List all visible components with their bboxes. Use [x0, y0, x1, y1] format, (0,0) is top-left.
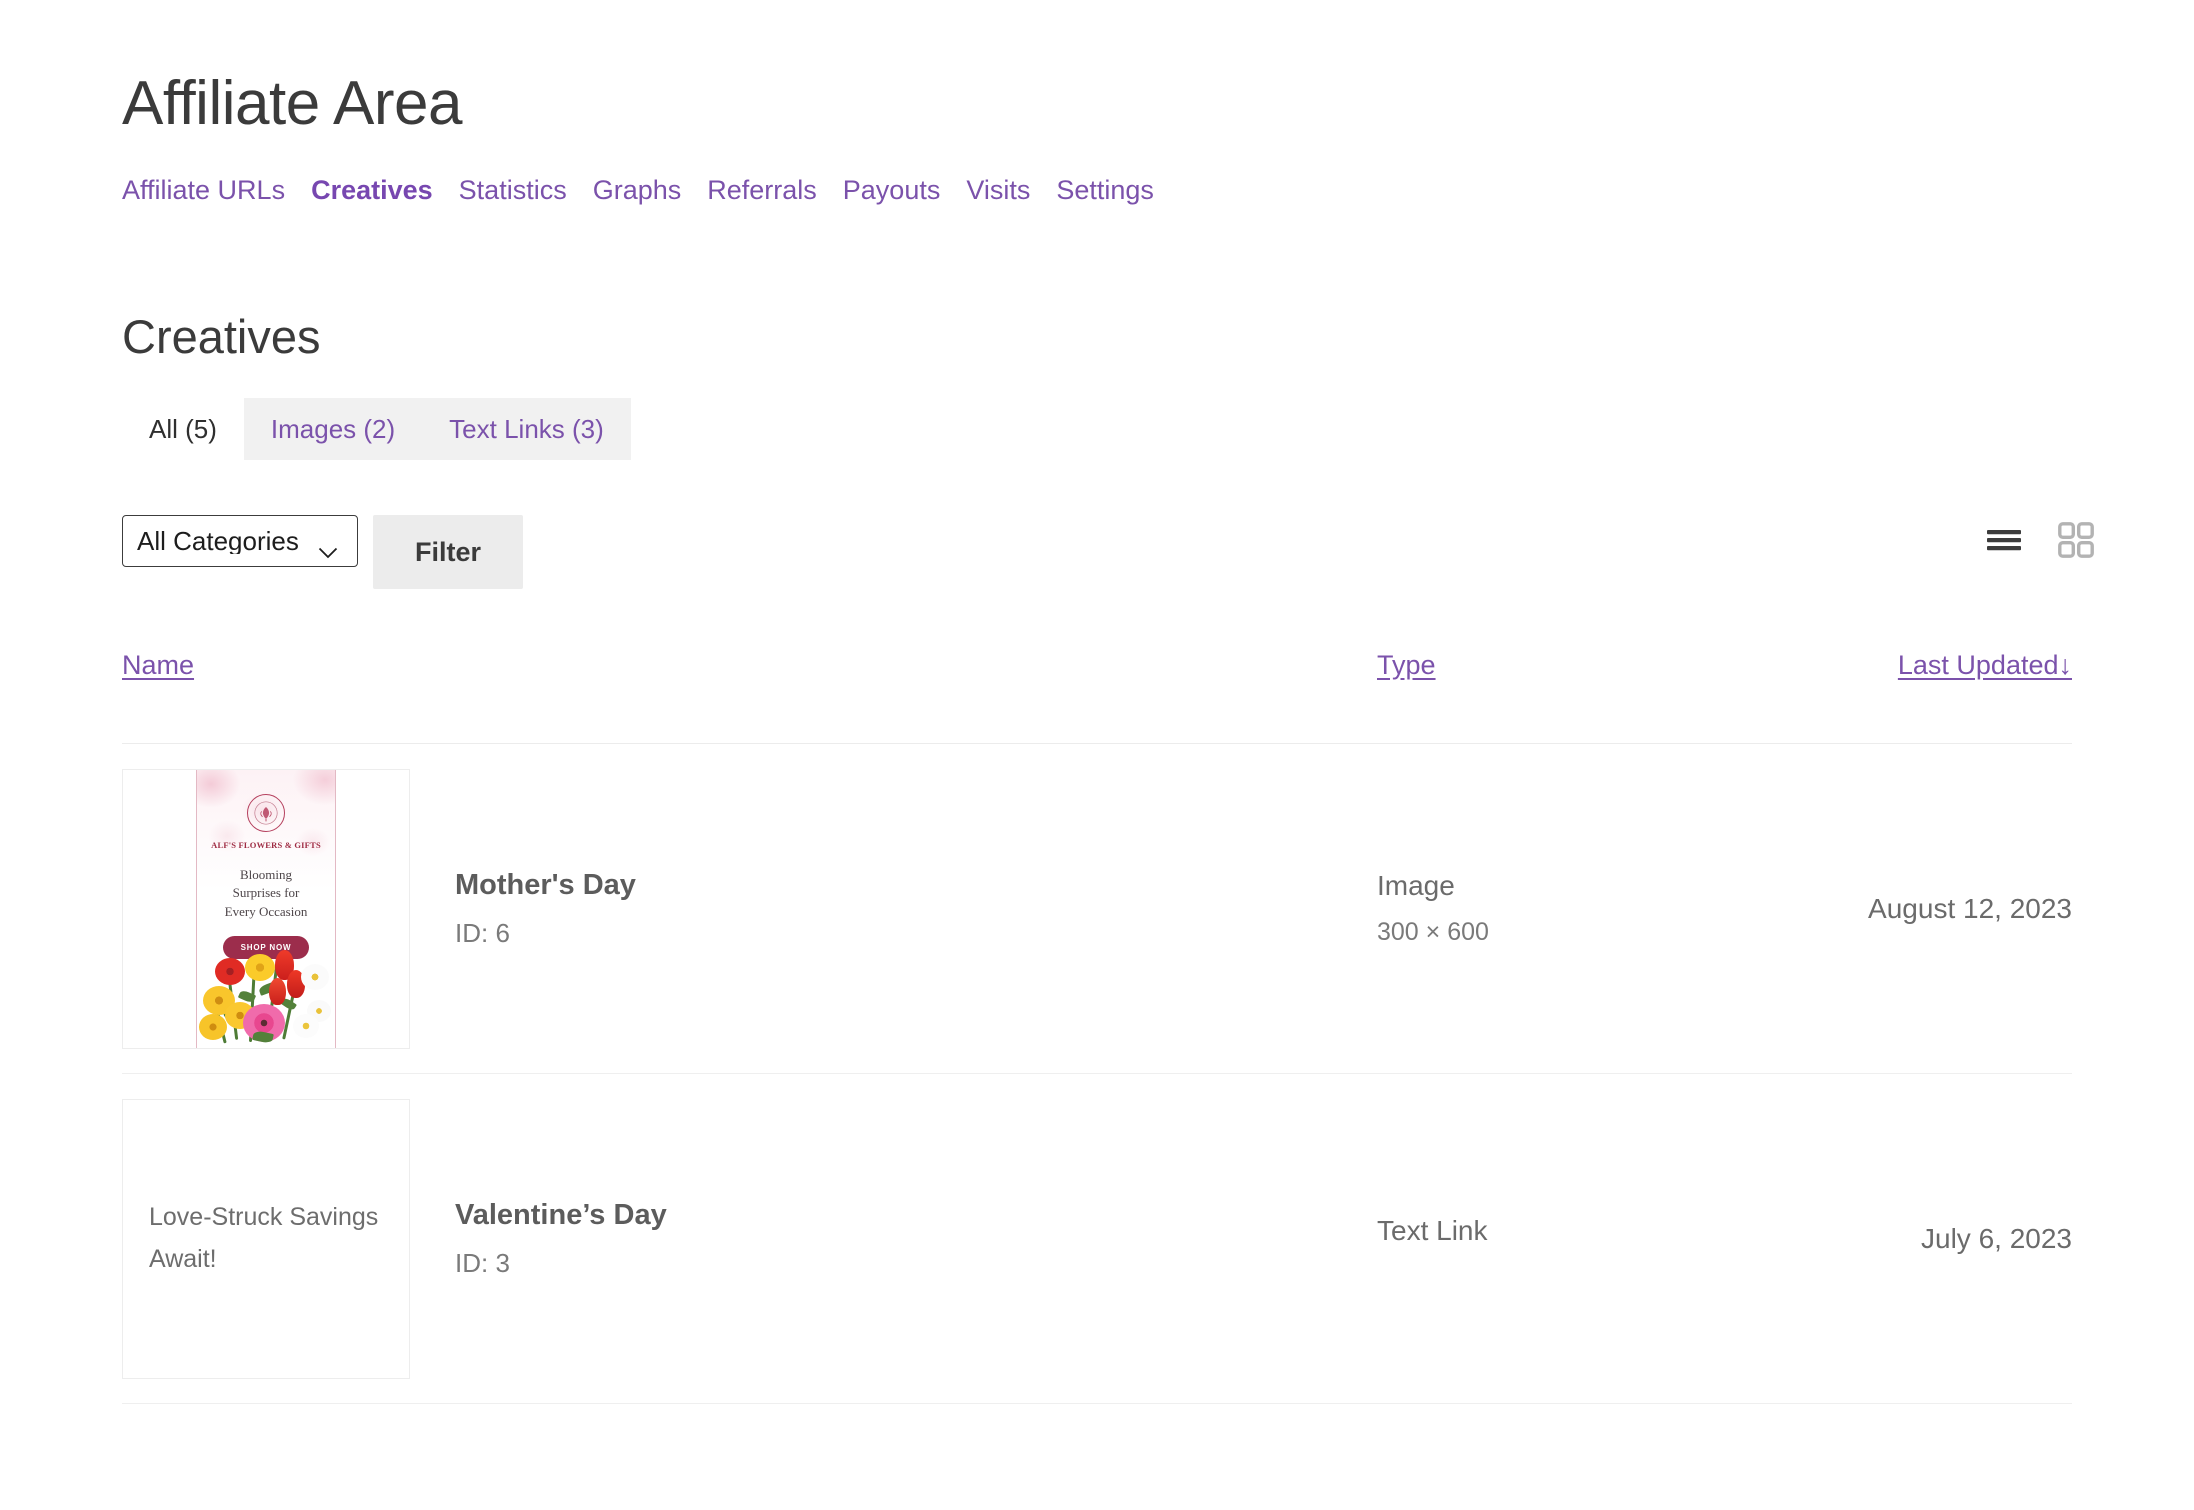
creative-name: Mother's Day [455, 868, 636, 901]
banner-headline-line-2: Surprises for [232, 885, 300, 901]
filter-bar: All Categories Filter [122, 515, 524, 589]
tab-text-links[interactable]: Text Links (3) [422, 398, 631, 460]
table-header-row: Name Type Last Updated↓ [122, 650, 2072, 744]
florist-crest-icon [247, 793, 285, 832]
nav-item-graphs[interactable]: Graphs [593, 175, 682, 206]
creative-name-block: Mother's Day ID: 6 [410, 869, 636, 949]
row-type-cell: Text Link [1377, 1215, 1855, 1263]
creative-text-preview: Love-Struck Savings Await! [149, 1203, 379, 1273]
creatives-type-tabs: All (5) Images (2) Text Links (3) [122, 398, 631, 460]
page-title: Affiliate Area [122, 68, 462, 138]
table-row[interactable]: ALF'S FLOWERS & GIFTS Blooming Surprises… [122, 744, 2072, 1074]
creative-thumbnail[interactable]: ALF'S FLOWERS & GIFTS Blooming Surprises… [122, 768, 410, 1049]
creative-name: Valentine’s Day [455, 1198, 667, 1231]
creative-id: ID: 3 [455, 1247, 510, 1278]
column-header-last-updated-label: Last Updated [1897, 650, 2059, 680]
affiliate-nav: Affiliate URLs Creatives Statistics Grap… [122, 175, 1154, 206]
banner-brand-name: ALF'S FLOWERS & GIFTS [211, 839, 321, 850]
mothers-day-banner-artwork: ALF'S FLOWERS & GIFTS Blooming Surprises… [196, 769, 336, 1048]
row-name-cell: Love-Struck Savings Await! Valentine’s D… [122, 1098, 1377, 1379]
column-header-date-cell: Last Updated↓ [1855, 650, 2072, 681]
banner-headline-line-1: Blooming [239, 866, 292, 882]
section-title: Creatives [122, 310, 321, 363]
view-mode-toggles [1986, 522, 2094, 558]
grid-view-icon[interactable] [2058, 522, 2094, 558]
sort-descending-arrow-icon: ↓ [2058, 650, 2073, 680]
list-view-icon[interactable] [1986, 527, 2022, 553]
tab-all[interactable]: All (5) [122, 398, 244, 460]
nav-item-payouts[interactable]: Payouts [843, 175, 941, 206]
banner-headline-line-3: Every Occasion [224, 904, 308, 920]
creative-thumbnail[interactable]: Love-Struck Savings Await! [122, 1098, 410, 1379]
nav-item-visits[interactable]: Visits [966, 175, 1030, 206]
row-date-cell: August 12, 2023 [1855, 893, 2072, 925]
row-date-cell: July 6, 2023 [1855, 1223, 2072, 1255]
category-select-wrapper: All Categories [122, 515, 358, 589]
creative-dimensions: 300 × 600 [1377, 918, 1489, 946]
nav-item-settings[interactable]: Settings [1056, 175, 1154, 206]
nav-item-creatives[interactable]: Creatives [311, 175, 433, 206]
column-header-type[interactable]: Type [1377, 650, 1436, 680]
creative-name-block: Valentine’s Day ID: 3 [410, 1199, 667, 1279]
affiliate-area-page: Affiliate Area Affiliate URLs Creatives … [0, 0, 2194, 1510]
banner-flower-bouquet-image [197, 944, 335, 1048]
column-header-name[interactable]: Name [122, 650, 194, 680]
column-header-last-updated[interactable]: Last Updated↓ [1898, 650, 2072, 680]
tab-images[interactable]: Images (2) [244, 398, 422, 460]
creative-type: Text Link [1377, 1214, 1488, 1246]
row-name-cell: ALF'S FLOWERS & GIFTS Blooming Surprises… [122, 768, 1377, 1049]
creative-id: ID: 6 [455, 917, 510, 948]
column-header-type-cell: Type [1377, 650, 1855, 681]
banner-headline: Blooming Surprises for Every Occasion [225, 866, 308, 923]
nav-item-affiliate-urls[interactable]: Affiliate URLs [122, 175, 285, 206]
nav-item-statistics[interactable]: Statistics [459, 175, 567, 206]
creatives-table: Name Type Last Updated↓ ALF'S FLOWERS & … [122, 650, 2072, 1404]
nav-item-referrals[interactable]: Referrals [707, 175, 817, 206]
table-row[interactable]: Love-Struck Savings Await! Valentine’s D… [122, 1074, 2072, 1404]
row-type-cell: Image 300 × 600 [1377, 870, 1855, 947]
creative-type: Image [1377, 870, 1455, 901]
creative-last-updated: July 6, 2023 [1921, 1222, 2072, 1254]
filter-button[interactable]: Filter [373, 515, 524, 589]
creative-last-updated: August 12, 2023 [1868, 892, 2072, 924]
column-header-name-cell: Name [122, 650, 1377, 681]
category-select[interactable]: All Categories [122, 515, 358, 567]
